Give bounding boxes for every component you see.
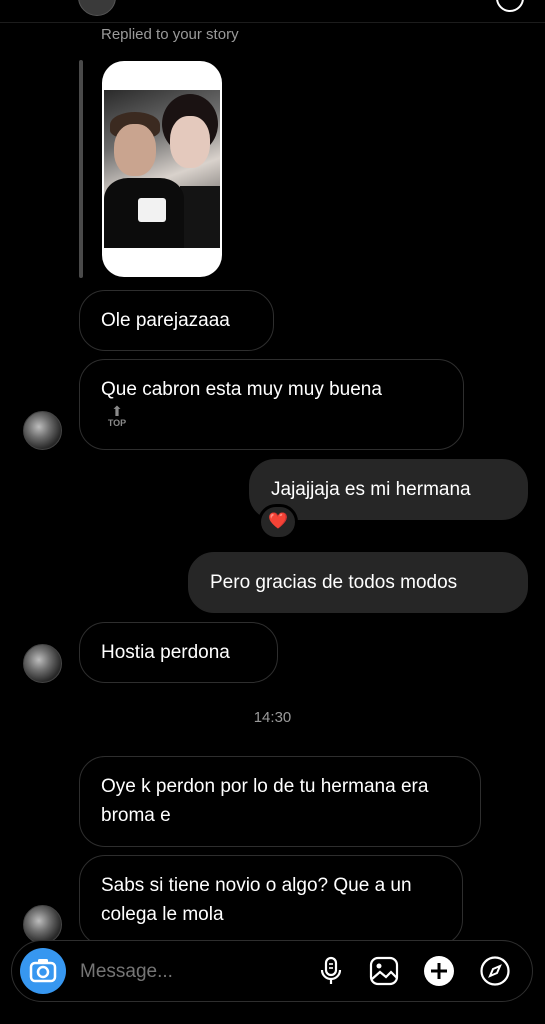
message-incoming[interactable]: Oye k perdon por lo de tu hermana era br…	[79, 756, 481, 847]
camera-icon	[29, 959, 57, 983]
message-text: Ole parejazaaa	[101, 310, 230, 331]
contact-avatar[interactable]	[78, 0, 116, 16]
message-text: Hostia perdona	[101, 642, 230, 663]
message-outgoing[interactable]: Pero gracias de todos modos	[188, 552, 528, 613]
story-reply-rule	[79, 60, 83, 278]
heart-reaction[interactable]: ❤️	[258, 504, 298, 540]
story-photo-couple	[104, 90, 220, 248]
sender-avatar[interactable]	[23, 644, 62, 683]
thread-header	[0, 0, 545, 23]
message-incoming[interactable]: Ole parejazaaa	[79, 290, 274, 351]
microphone-icon[interactable]	[315, 955, 347, 987]
top-badge-label: TOP	[107, 418, 127, 428]
message-text: Pero gracias de todos modos	[210, 572, 458, 593]
message-text: Jajajjaja es mi hermana	[271, 479, 471, 500]
heart-icon: ❤️	[268, 513, 288, 530]
gallery-icon[interactable]	[368, 955, 400, 987]
story-preview[interactable]	[102, 61, 222, 277]
message-incoming[interactable]: Sabs si tiene novio o algo? Que a un col…	[79, 855, 463, 946]
message-incoming[interactable]: Que cabron esta muy muy buena	[79, 359, 464, 450]
story-reply-label: Replied to your story	[101, 26, 239, 43]
message-input[interactable]	[78, 955, 302, 989]
message-incoming[interactable]: Hostia perdona	[79, 622, 278, 683]
message-text: Que cabron esta muy muy buena	[101, 379, 382, 400]
top-badge: ⬆ TOP	[106, 404, 128, 428]
message-timestamp: 14:30	[253, 709, 292, 726]
sender-avatar[interactable]	[23, 411, 62, 450]
message-text: Sabs si tiene novio o algo? Que a un col…	[101, 875, 412, 925]
camera-button[interactable]	[20, 948, 66, 994]
call-icon[interactable]	[420, 0, 448, 12]
up-arrow-icon: ⬆	[111, 403, 123, 419]
message-composer	[11, 940, 533, 1002]
add-icon[interactable]	[423, 955, 455, 987]
sender-avatar[interactable]	[23, 905, 62, 944]
sticker-compass-icon[interactable]	[479, 955, 511, 987]
video-call-icon[interactable]	[496, 0, 524, 12]
message-text: Oye k perdon por lo de tu hermana era br…	[101, 776, 429, 826]
